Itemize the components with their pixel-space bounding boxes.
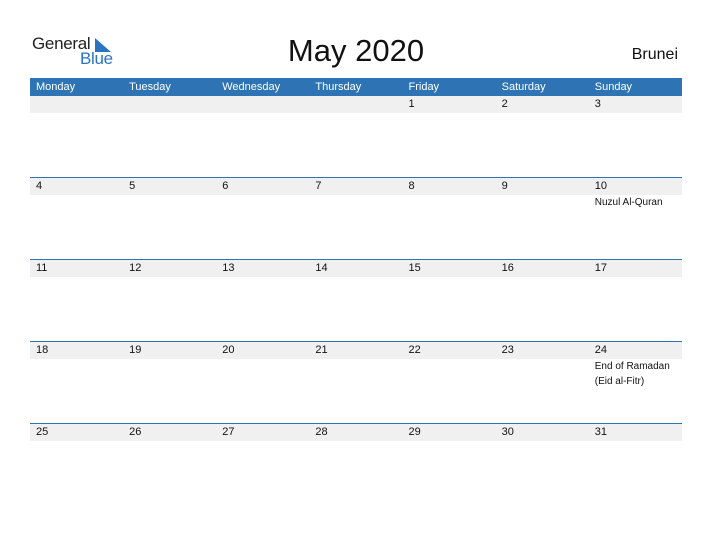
holiday-event — [123, 359, 216, 389]
page-title: May 2020 — [287, 33, 425, 68]
events-row: Nuzul Al-Quran — [30, 195, 682, 210]
holiday-event — [403, 195, 496, 210]
day-number: 26 — [129, 426, 142, 438]
weekday-saturday: Saturday — [501, 81, 546, 93]
day-number: 6 — [222, 180, 229, 192]
day-number: 14 — [315, 262, 328, 274]
day-number: 11 — [36, 262, 48, 274]
day-number: 23 — [501, 344, 514, 356]
weekday-tuesday: Tuesday — [129, 81, 171, 93]
events-row: End of Ramadan (Eid al-Fitr) — [30, 359, 682, 389]
weeks-container: 1 2 3 4 5 6 7 8 9 10 Nuzul Al-Quran 11 12 13 14 15 16 17 1… — [30, 96, 682, 505]
day-number: 16 — [501, 262, 514, 274]
day-number: 31 — [594, 426, 607, 438]
holiday-event — [216, 195, 309, 210]
date-bar: 25 26 27 28 29 30 31 — [30, 424, 682, 441]
holiday-event — [30, 359, 123, 389]
day-number: 21 — [315, 344, 328, 356]
day-number: 25 — [36, 426, 49, 438]
day-number: 12 — [129, 262, 142, 274]
weekday-sunday: Sunday — [594, 81, 633, 93]
day-number: 28 — [315, 426, 328, 438]
day-number — [30, 96, 123, 113]
week-row: 25 26 27 28 29 30 31 — [30, 423, 682, 505]
day-number: 5 — [129, 180, 136, 192]
day-number: 20 — [222, 344, 235, 356]
day-number — [309, 96, 402, 113]
week-row: 18 19 20 21 22 23 24 End of Ramadan (Eid al-Fit… — [30, 341, 682, 423]
day-number: 4 — [36, 180, 43, 192]
holiday-event — [309, 359, 402, 389]
day-number: 2 — [501, 98, 508, 110]
holiday-event — [123, 195, 216, 210]
date-bar: 11 12 13 14 15 16 17 — [30, 260, 682, 277]
holiday-event — [496, 359, 589, 389]
day-number: 17 — [594, 262, 607, 274]
day-number — [123, 96, 216, 113]
week-row: 11 12 13 14 15 16 17 — [30, 259, 682, 341]
day-number: 1 — [408, 98, 415, 110]
calendar-grid: Monday Tuesday Wednesday Thursday Friday… — [30, 78, 682, 505]
weekday-friday: Friday — [408, 81, 440, 93]
day-number: 10 — [594, 180, 607, 192]
date-bar: 1 2 3 — [30, 96, 682, 113]
day-number — [216, 96, 309, 113]
day-number: 3 — [594, 98, 601, 110]
holiday-event — [496, 195, 589, 210]
day-number: 30 — [501, 426, 514, 438]
holiday-event — [30, 195, 123, 210]
holiday-event: End of Ramadan (Eid al-Fitr) — [594, 361, 670, 387]
weekday-monday: Monday — [36, 81, 76, 93]
holiday-event — [216, 359, 309, 389]
day-number: 27 — [222, 426, 235, 438]
weekday-thursday: Thursday — [315, 81, 362, 93]
date-bar: 18 19 20 21 22 23 24 — [30, 342, 682, 359]
weekday-header: Monday Tuesday Wednesday Thursday Friday… — [30, 78, 682, 96]
day-number: 7 — [315, 180, 322, 192]
holiday-event — [309, 195, 402, 210]
day-number: 22 — [408, 344, 421, 356]
day-number: 24 — [594, 344, 607, 356]
date-bar: 4 5 6 7 8 9 10 — [30, 178, 682, 195]
week-row: 1 2 3 — [30, 96, 682, 177]
day-number: 8 — [408, 180, 415, 192]
day-number: 9 — [501, 180, 508, 192]
weekday-wednesday: Wednesday — [222, 81, 281, 93]
day-number: 29 — [408, 426, 421, 438]
week-row: 4 5 6 7 8 9 10 Nuzul Al-Quran — [30, 177, 682, 259]
day-number: 18 — [36, 344, 49, 356]
day-number: 13 — [222, 262, 235, 274]
holiday-event: Nuzul Al-Quran — [594, 197, 663, 208]
day-number: 15 — [408, 262, 421, 274]
holiday-event — [403, 359, 496, 389]
day-number: 19 — [129, 344, 142, 356]
country-label: Brunei — [631, 46, 678, 63]
